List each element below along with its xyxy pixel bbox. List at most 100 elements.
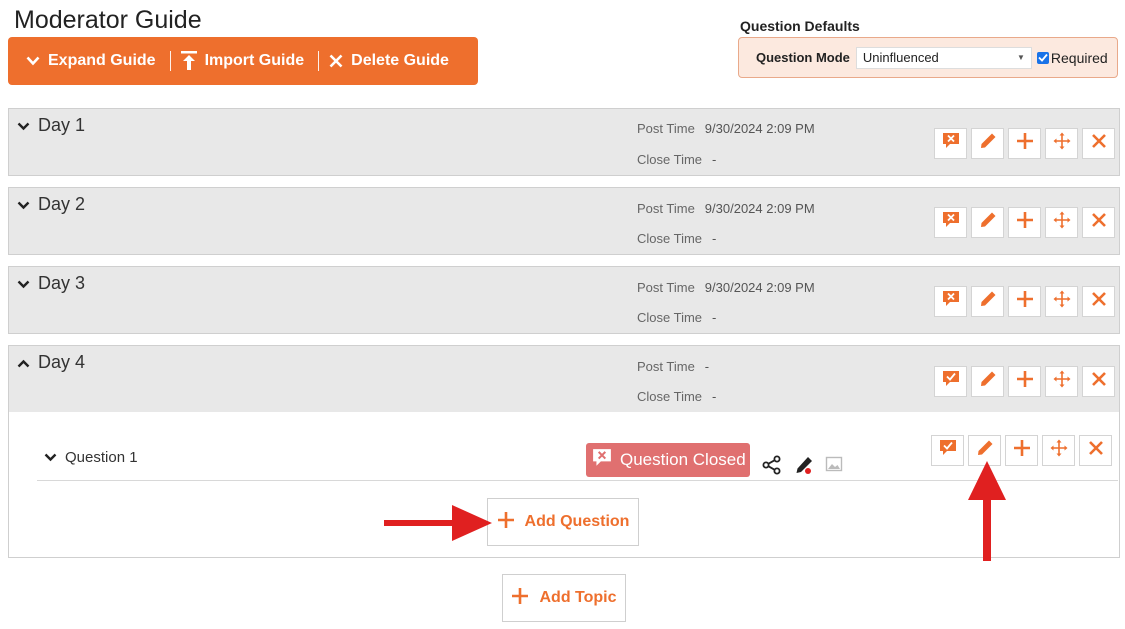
topic-actions xyxy=(934,366,1115,397)
topic-header[interactable]: Day 4 xyxy=(17,352,85,373)
question-name: Question 1 xyxy=(65,449,138,466)
question-mode-select[interactable]: Uninfluenced ▼ xyxy=(855,46,1032,69)
topic-header[interactable]: Day 1 xyxy=(17,115,85,136)
add-button[interactable] xyxy=(1008,207,1041,238)
edit-button[interactable] xyxy=(971,207,1004,238)
topic-name: Day 3 xyxy=(38,273,86,293)
plus-icon xyxy=(497,511,515,534)
pencil-icon xyxy=(979,132,997,155)
edit-button[interactable] xyxy=(971,286,1004,317)
close-icon xyxy=(1088,440,1104,461)
plus-icon xyxy=(1013,439,1031,462)
delete-button[interactable] xyxy=(1082,366,1115,397)
close-time: Close Time - xyxy=(637,310,716,325)
close-time-value: - xyxy=(712,231,717,246)
topic-header[interactable]: Day 3 xyxy=(17,273,85,294)
post-time-label: Post Time xyxy=(637,121,695,136)
move-icon xyxy=(1053,290,1071,313)
speech-x-icon xyxy=(942,132,960,155)
required-label: Required xyxy=(1050,49,1108,66)
topic-row: Day 2 Post Time 9/30/2024 2:09 PM Close T… xyxy=(8,187,1120,255)
close-icon xyxy=(1091,371,1107,392)
move-button[interactable] xyxy=(1045,366,1078,397)
share-icon[interactable] xyxy=(762,455,782,480)
upload-icon xyxy=(180,51,197,71)
close-time-label: Close Time xyxy=(637,152,703,167)
import-guide-button[interactable]: Import Guide xyxy=(171,37,304,85)
post-time-label: Post Time xyxy=(637,280,695,295)
chevron-down-icon xyxy=(44,449,57,466)
speech-x-icon xyxy=(942,211,960,234)
add-topic-button[interactable]: Add Topic xyxy=(502,574,626,622)
expand-guide-button[interactable]: Expand Guide xyxy=(8,37,156,85)
move-button[interactable] xyxy=(1045,207,1078,238)
plus-icon xyxy=(511,587,529,610)
question-mode-value: Uninfluenced xyxy=(862,50,939,65)
close-time-value: - xyxy=(712,310,717,325)
delete-button[interactable] xyxy=(1082,128,1115,159)
chevron-down-icon xyxy=(17,115,30,136)
annotation-arrow-right-icon xyxy=(384,505,492,541)
expand-guide-label: Expand Guide xyxy=(48,52,156,69)
edit-button[interactable] xyxy=(971,366,1004,397)
edit-button[interactable] xyxy=(971,128,1004,159)
close-time-value: - xyxy=(712,152,717,167)
add-button[interactable] xyxy=(1008,128,1041,159)
toggle-open-button[interactable] xyxy=(934,207,967,238)
chevron-down-icon xyxy=(17,273,30,294)
move-button[interactable] xyxy=(1045,128,1078,159)
guide-toolbar: Expand Guide Import Guide Delete Guide xyxy=(8,37,478,85)
toggle-closed-button[interactable] xyxy=(931,435,964,466)
post-time-value: - xyxy=(704,359,710,374)
toggle-open-button[interactable] xyxy=(934,286,967,317)
post-time-label: Post Time xyxy=(637,359,695,374)
close-time-label: Close Time xyxy=(637,231,703,246)
toggle-closed-button[interactable] xyxy=(934,366,967,397)
add-button[interactable] xyxy=(1005,435,1038,466)
topic-header[interactable]: Day 2 xyxy=(17,194,85,215)
question-actions xyxy=(931,435,1112,466)
question-mode-label: Question Mode xyxy=(756,50,850,65)
topic-row: Day 4 Post Time - Close Time - xyxy=(8,345,1120,413)
add-topic-label: Add Topic xyxy=(539,589,617,606)
delete-button[interactable] xyxy=(1079,435,1112,466)
required-checkbox[interactable] xyxy=(1036,51,1049,64)
chevron-up-icon xyxy=(17,352,30,373)
delete-button[interactable] xyxy=(1082,207,1115,238)
edit-link-icon[interactable] xyxy=(794,455,814,480)
question-header[interactable]: Question 1 xyxy=(44,449,138,466)
speech-check-icon xyxy=(942,370,960,393)
toolbar-divider xyxy=(169,51,171,71)
topic-name: Day 2 xyxy=(38,194,86,214)
plus-icon xyxy=(1016,290,1034,313)
post-time-value: 9/30/2024 2:09 PM xyxy=(704,201,815,216)
plus-icon xyxy=(1016,132,1034,155)
move-button[interactable] xyxy=(1045,286,1078,317)
image-icon[interactable] xyxy=(825,455,843,478)
close-time-label: Close Time xyxy=(637,389,703,404)
move-icon xyxy=(1053,132,1071,155)
toggle-open-button[interactable] xyxy=(934,128,967,159)
close-time: Close Time - xyxy=(637,231,716,246)
pencil-icon xyxy=(979,211,997,234)
plus-icon xyxy=(1016,370,1034,393)
post-time: Post Time 9/30/2024 2:09 PM xyxy=(637,121,815,136)
question-defaults-panel: Question Mode Uninfluenced ▼ Required xyxy=(738,37,1118,78)
add-button[interactable] xyxy=(1008,286,1041,317)
post-time: Post Time - xyxy=(637,359,709,374)
post-time-label: Post Time xyxy=(637,201,695,216)
topic-row: Day 1 Post Time 9/30/2024 2:09 PM Close T… xyxy=(8,108,1120,176)
topic-actions xyxy=(934,128,1115,159)
delete-guide-label: Delete Guide xyxy=(351,52,449,69)
add-question-button[interactable]: Add Question xyxy=(487,498,639,546)
delete-guide-button[interactable]: Delete Guide xyxy=(319,37,449,85)
add-button[interactable] xyxy=(1008,366,1041,397)
caret-down-icon: ▼ xyxy=(1016,53,1025,62)
close-icon xyxy=(329,54,343,68)
close-time-value: - xyxy=(712,389,717,404)
move-button[interactable] xyxy=(1042,435,1075,466)
add-question-label: Add Question xyxy=(524,513,630,530)
delete-button[interactable] xyxy=(1082,286,1115,317)
topic-name: Day 1 xyxy=(38,115,86,135)
topic-row: Day 3 Post Time 9/30/2024 2:09 PM Close T… xyxy=(8,266,1120,334)
